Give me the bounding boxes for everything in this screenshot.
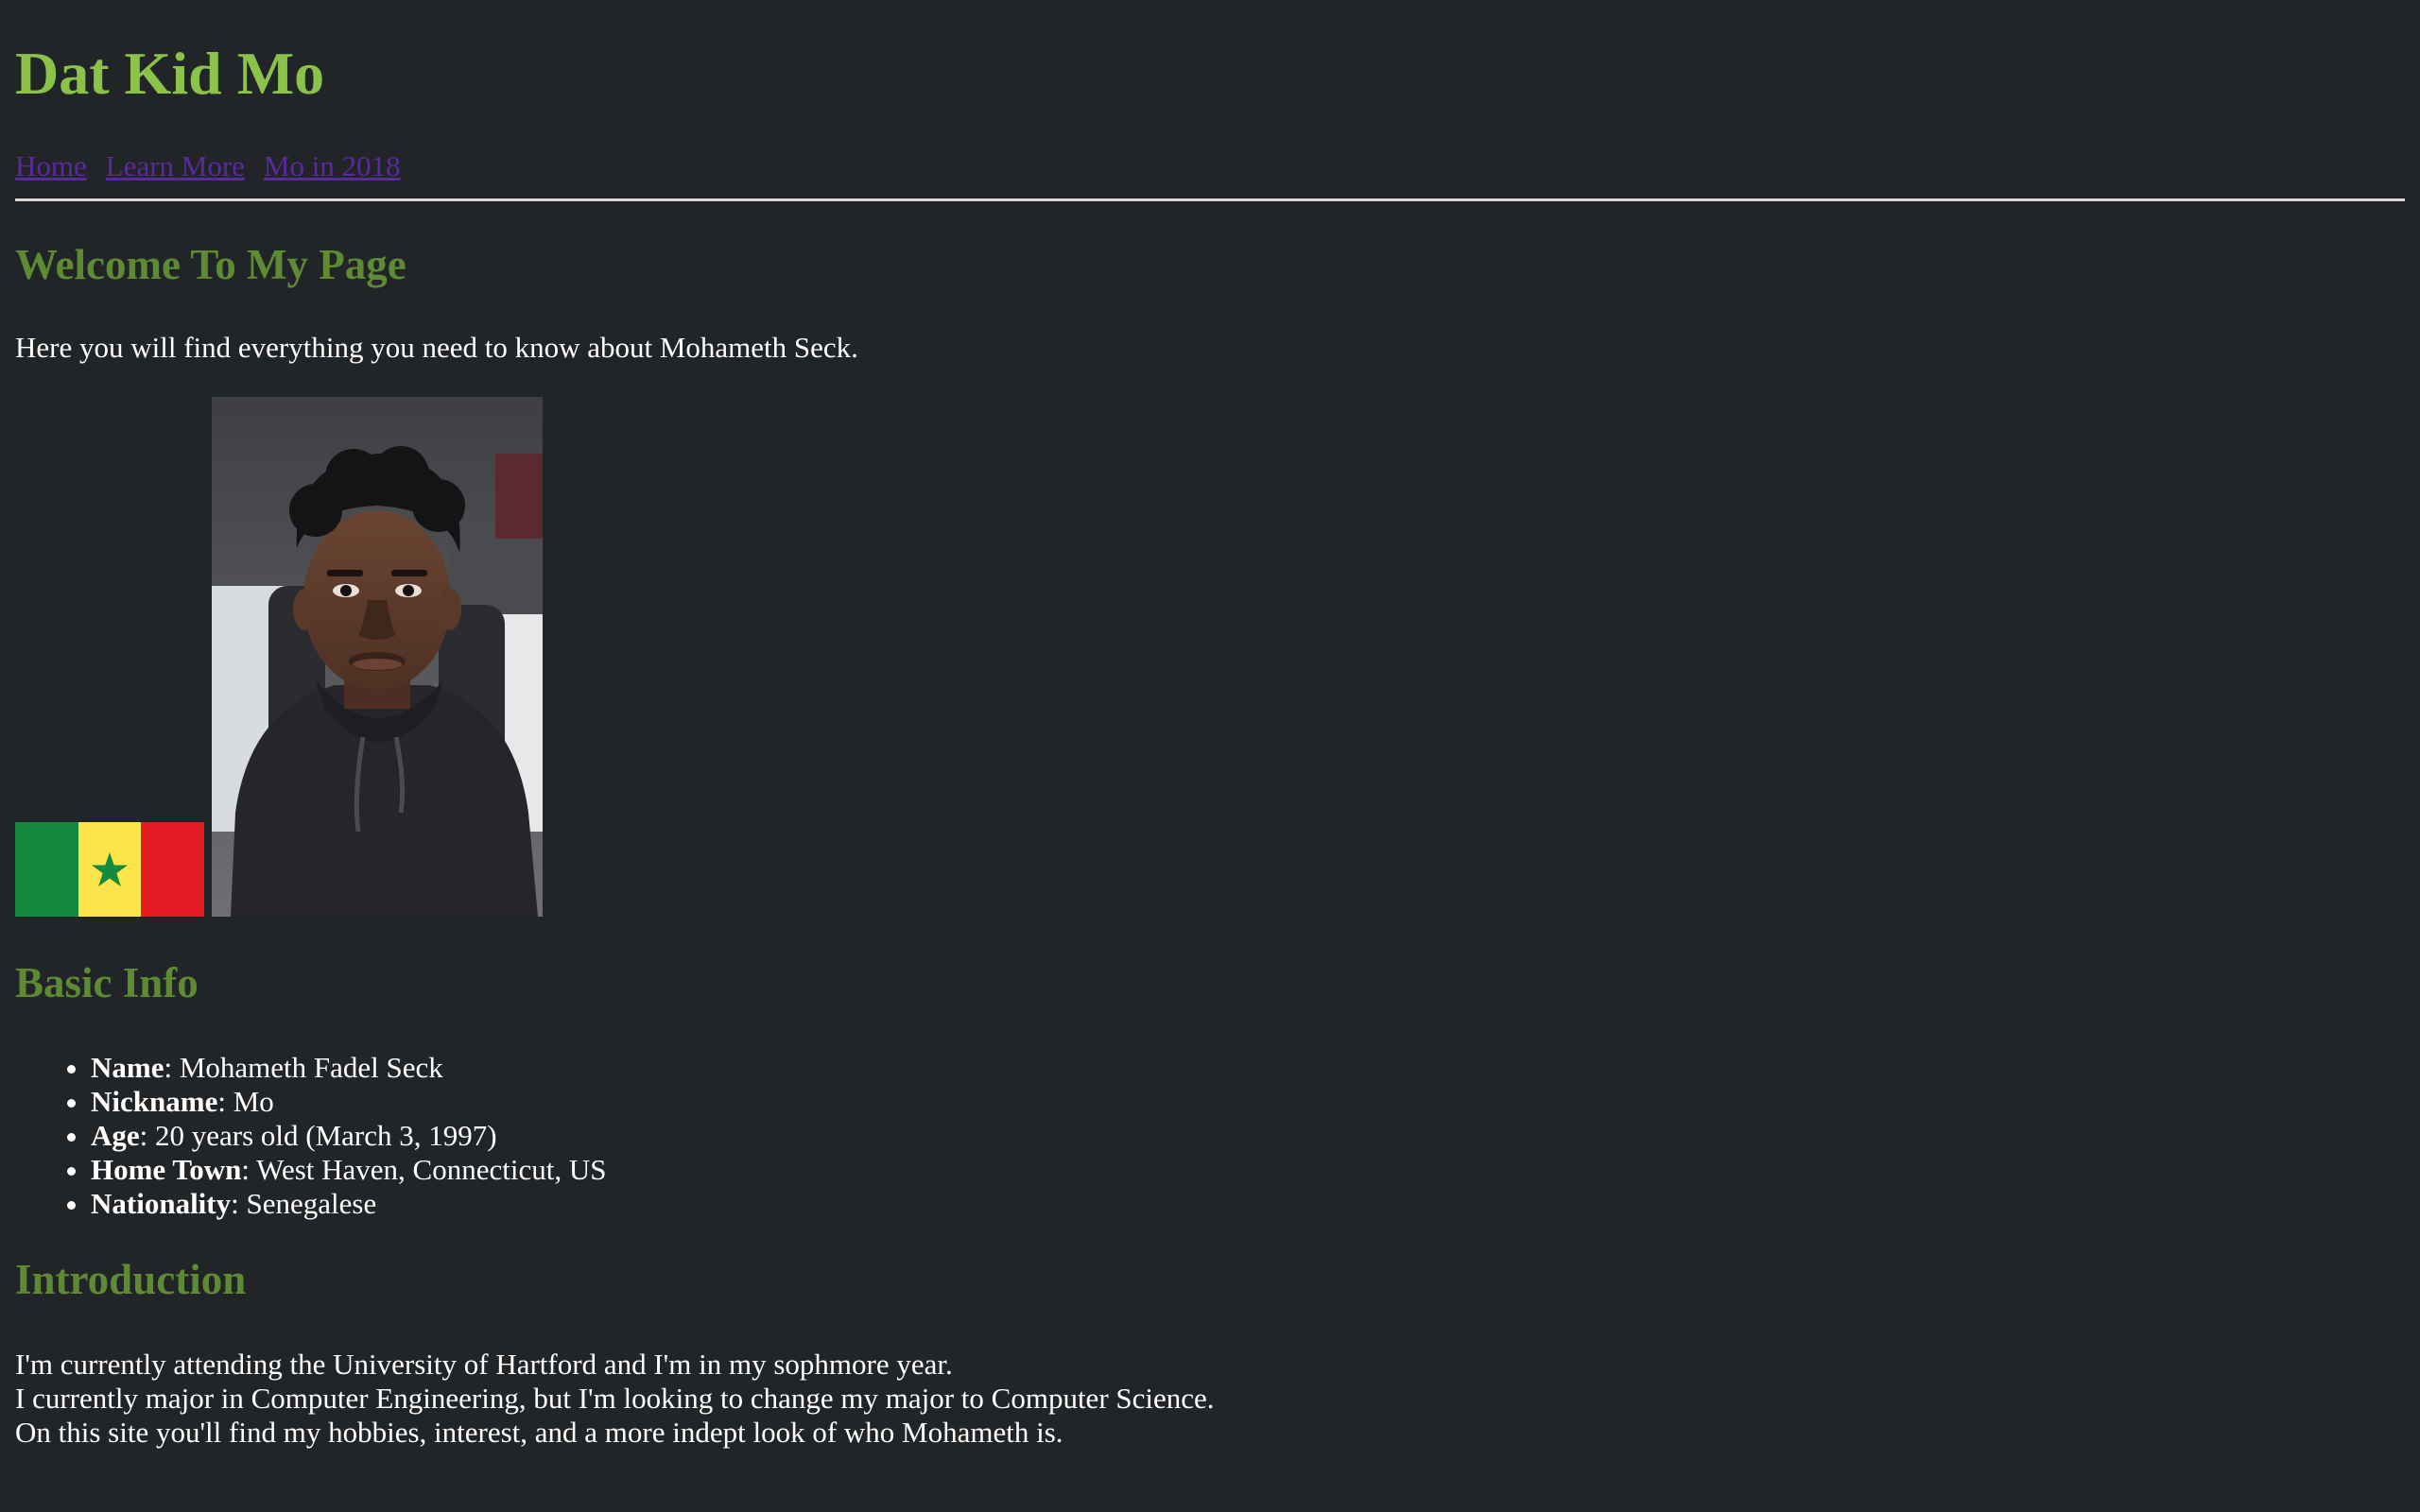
site-title: Dat Kid Mo	[15, 40, 325, 107]
intro-line-3: On this site you'll find my hobbies, int…	[15, 1416, 1063, 1449]
info-value: : West Haven, Connecticut, US	[241, 1153, 607, 1186]
flag-red-stripe	[141, 822, 205, 917]
senegal-flag	[15, 822, 205, 917]
intro-line-1: I'm currently attending the University o…	[15, 1348, 953, 1381]
list-item: Home Town: West Haven, Connecticut, US	[91, 1153, 606, 1187]
info-value: : 20 years old (March 3, 1997)	[139, 1119, 497, 1152]
nav-link-learn-more[interactable]: Learn More	[106, 149, 245, 182]
info-value: : Mohameth Fadel Seck	[164, 1051, 443, 1084]
main-nav: Home Learn More Mo in 2018	[15, 147, 420, 185]
nav-link-home[interactable]: Home	[15, 149, 87, 182]
info-label: Name	[91, 1051, 164, 1084]
intro-line-2: I currently major in Computer Engineerin…	[15, 1382, 1215, 1415]
info-label: Age	[91, 1119, 140, 1152]
welcome-heading: Welcome To My Page	[15, 241, 406, 288]
info-label: Home Town	[91, 1153, 242, 1186]
image-row	[15, 397, 544, 917]
flag-yellow-stripe	[78, 822, 142, 917]
welcome-text: Here you will find everything you need t…	[15, 331, 858, 364]
list-item: Nationality: Senegalese	[91, 1187, 606, 1221]
info-label: Nickname	[91, 1085, 218, 1118]
info-label: Nationality	[91, 1187, 232, 1220]
list-item: Nickname: Mo	[91, 1085, 606, 1119]
basic-info-heading: Basic Info	[15, 959, 199, 1006]
info-value: : Senegalese	[231, 1187, 377, 1220]
list-item: Name: Mohameth Fadel Seck	[91, 1051, 606, 1085]
basic-info-list: Name: Mohameth Fadel Seck Nickname: Mo A…	[91, 1051, 606, 1221]
flag-green-stripe	[15, 822, 78, 917]
list-item: Age: 20 years old (March 3, 1997)	[91, 1119, 606, 1153]
info-value: : Mo	[217, 1085, 274, 1118]
nav-link-mo-in-2018[interactable]: Mo in 2018	[264, 149, 401, 182]
portrait-photo	[212, 397, 543, 917]
header-divider	[15, 198, 2405, 201]
introduction-heading: Introduction	[15, 1256, 247, 1303]
star-icon	[92, 852, 128, 886]
